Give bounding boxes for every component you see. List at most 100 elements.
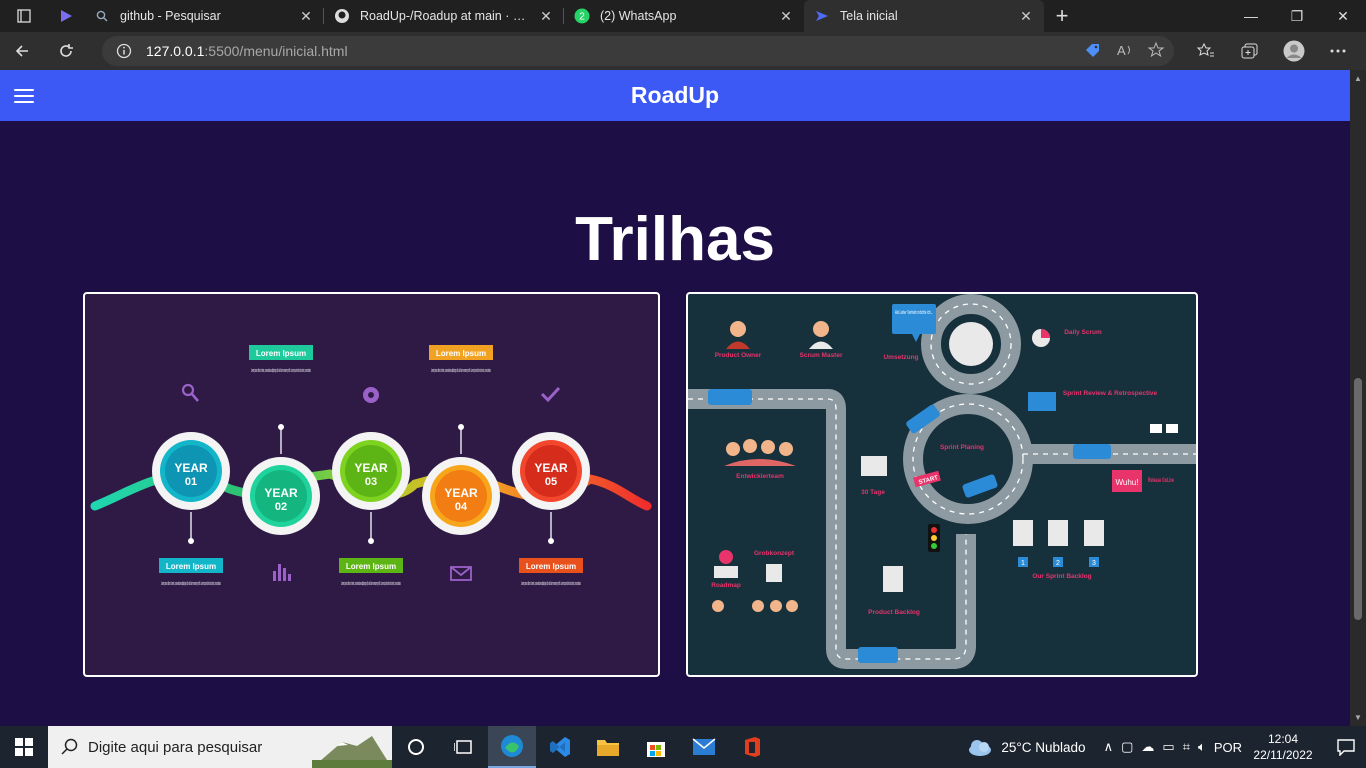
site-navbar: RoadUp bbox=[0, 70, 1350, 121]
info-icon[interactable] bbox=[116, 43, 132, 59]
menu-hamburger-icon[interactable] bbox=[14, 89, 34, 103]
page-icon bbox=[814, 8, 830, 24]
refresh-icon bbox=[60, 44, 73, 57]
store-icon bbox=[647, 742, 665, 757]
onedrive-icon[interactable]: ☁ bbox=[1141, 739, 1154, 755]
edge-icon bbox=[501, 735, 523, 757]
svg-text:03: 03 bbox=[365, 476, 377, 488]
collections-icon bbox=[1241, 43, 1258, 59]
svg-text:05: 05 bbox=[545, 476, 557, 488]
year-badge-03: YEAR 03 bbox=[332, 432, 410, 510]
favorites-button[interactable] bbox=[1184, 32, 1228, 70]
add-favorite-icon[interactable] bbox=[1147, 41, 1166, 61]
close-window-button[interactable]: ✕ bbox=[1320, 0, 1366, 32]
coupon-icon[interactable] bbox=[1084, 42, 1102, 61]
svg-text:30 Tage: 30 Tage bbox=[861, 489, 885, 496]
system-tray: 25°C Nublado ∧ ▢ ☁ ▭ ⌗ 🔈︎ POR 12:04 22/1… bbox=[967, 726, 1366, 768]
github-icon bbox=[334, 8, 350, 24]
browser-tab-strip: github - Pesquisar ✕ RoadUp-/Roadup at m… bbox=[0, 0, 1366, 32]
language-indicator[interactable]: POR bbox=[1214, 740, 1242, 755]
taskbar-vscode[interactable] bbox=[536, 726, 584, 768]
tab-github-repo[interactable]: RoadUp-/Roadup at main · Patyh ✕ bbox=[324, 0, 564, 32]
svg-text:Sprint Planing: Sprint Planing bbox=[940, 444, 984, 451]
svg-text:Wuhu!: Wuhu! bbox=[1116, 478, 1139, 487]
tab-github-search[interactable]: github - Pesquisar ✕ bbox=[84, 0, 324, 32]
year-badge-05: YEAR 05 bbox=[512, 432, 590, 510]
more-icon bbox=[1330, 49, 1346, 53]
minimize-button[interactable]: — bbox=[1228, 0, 1274, 32]
svg-text:Lorem ipsum dolor sit amet, co: Lorem ipsum dolor sit amet, consectetuer… bbox=[341, 581, 401, 587]
year-badge-02: YEAR 02 bbox=[242, 457, 320, 535]
tab-tela-inicial[interactable]: Tela inicial ✕ bbox=[804, 0, 1044, 32]
task-view-button[interactable] bbox=[392, 726, 440, 768]
cloud-icon bbox=[969, 740, 992, 756]
svg-text:Lorem Ipsum: Lorem Ipsum bbox=[526, 562, 576, 571]
svg-text:Lorem ipsum dolor sit amet, co: Lorem ipsum dolor sit amet, consectetuer… bbox=[521, 581, 581, 587]
meet-now-icon[interactable]: ▢ bbox=[1121, 739, 1133, 755]
more-menu-button[interactable] bbox=[1316, 32, 1360, 70]
notification-center-button[interactable] bbox=[1326, 738, 1366, 756]
check-icon bbox=[540, 386, 561, 403]
gear-icon bbox=[363, 387, 379, 403]
taskbar-store[interactable] bbox=[632, 726, 680, 768]
whatsapp-icon: 2 bbox=[574, 8, 590, 24]
svg-text:Lorem ipsum dolor sit amet, co: Lorem ipsum dolor sit amet, consectetuer… bbox=[251, 368, 311, 374]
back-button[interactable] bbox=[0, 32, 44, 70]
svg-text:02: 02 bbox=[275, 501, 287, 513]
chevron-up-icon[interactable]: ∧ bbox=[1104, 739, 1114, 755]
tab-whatsapp[interactable]: 2 (2) WhatsApp ✕ bbox=[564, 0, 804, 32]
scrollbar-thumb[interactable] bbox=[1354, 378, 1362, 620]
taskbar-mail[interactable] bbox=[680, 726, 728, 768]
task-view-icon bbox=[454, 740, 472, 754]
tab-title: github - Pesquisar bbox=[120, 9, 221, 23]
copilot-button[interactable] bbox=[48, 0, 84, 32]
trilha-card-roadmap[interactable]: Als Leiter Vertrieb möchte ich... Produc… bbox=[686, 292, 1198, 677]
svg-text:Lorem Ipsum: Lorem Ipsum bbox=[166, 562, 216, 571]
scroll-up-icon[interactable]: ▲ bbox=[1354, 74, 1362, 83]
tab-title: Tela inicial bbox=[840, 9, 898, 23]
taskbar-office[interactable] bbox=[728, 726, 776, 768]
close-icon[interactable]: ✕ bbox=[298, 8, 314, 24]
folder-icon bbox=[597, 740, 619, 756]
svg-text:YEAR: YEAR bbox=[264, 486, 298, 500]
close-icon[interactable]: ✕ bbox=[778, 8, 794, 24]
taskbar-edge[interactable] bbox=[488, 726, 536, 768]
timeline-infographic: YEAR 01 YEAR 02 YEAR 03 YEAR 04 YEAR 05 … bbox=[90, 345, 652, 587]
mail-icon bbox=[450, 566, 472, 581]
close-icon[interactable]: ✕ bbox=[538, 8, 554, 24]
svg-text:Lorem Ipsum: Lorem Ipsum bbox=[346, 562, 396, 571]
taskbar-search-box[interactable]: Digite aqui para pesquisar bbox=[48, 726, 392, 768]
url-field[interactable]: 127.0.0.1:5500/menu/inicial.html A bbox=[102, 36, 1174, 66]
svg-text:Release GoLive: Release GoLive bbox=[1148, 477, 1174, 484]
start-button[interactable] bbox=[0, 726, 48, 768]
taskbar-file-explorer[interactable] bbox=[584, 726, 632, 768]
weather-text: 25°C Nublado bbox=[1001, 739, 1086, 755]
svg-text:04: 04 bbox=[455, 501, 468, 513]
profile-button[interactable] bbox=[1272, 32, 1316, 70]
page-scrollbar[interactable]: ▲ ▼ bbox=[1350, 70, 1366, 726]
scrum-roadmap-infographic: Als Leiter Vertrieb möchte ich... Produc… bbox=[688, 294, 1196, 669]
favorites-icon bbox=[1197, 43, 1214, 57]
svg-text:Lorem ipsum dolor sit amet, co: Lorem ipsum dolor sit amet, consectetuer… bbox=[161, 581, 221, 587]
scroll-down-icon[interactable]: ▼ bbox=[1354, 713, 1362, 722]
taskbar-clock[interactable]: 12:04 22/11/2022 bbox=[1252, 731, 1314, 763]
svg-text:01: 01 bbox=[185, 476, 197, 488]
battery-icon[interactable]: ▭ bbox=[1162, 739, 1174, 755]
read-aloud-icon[interactable]: A bbox=[1116, 42, 1134, 61]
svg-text:1: 1 bbox=[1021, 560, 1025, 567]
svg-text:Umsetzung: Umsetzung bbox=[883, 354, 918, 361]
tab-actions-button[interactable] bbox=[0, 0, 48, 32]
trilha-card-timeline[interactable]: YEAR 01 YEAR 02 YEAR 03 YEAR 04 YEAR 05 … bbox=[83, 292, 660, 677]
network-icon[interactable]: ⌗ bbox=[1183, 739, 1190, 755]
bar-chart-icon bbox=[273, 564, 291, 581]
task-view-button[interactable] bbox=[440, 726, 488, 768]
weather-widget[interactable]: 25°C Nublado bbox=[967, 738, 1086, 756]
refresh-button[interactable] bbox=[44, 32, 88, 70]
site-brand[interactable]: RoadUp bbox=[631, 82, 719, 109]
svg-text:Our Sprint Backlog: Our Sprint Backlog bbox=[1032, 573, 1091, 580]
restore-button[interactable]: ❐ bbox=[1274, 0, 1320, 32]
collections-button[interactable] bbox=[1228, 32, 1272, 70]
new-tab-button[interactable]: + bbox=[1044, 0, 1080, 32]
volume-muted-icon[interactable]: 🔈︎ bbox=[1198, 739, 1206, 755]
close-icon[interactable]: ✕ bbox=[1018, 8, 1034, 24]
